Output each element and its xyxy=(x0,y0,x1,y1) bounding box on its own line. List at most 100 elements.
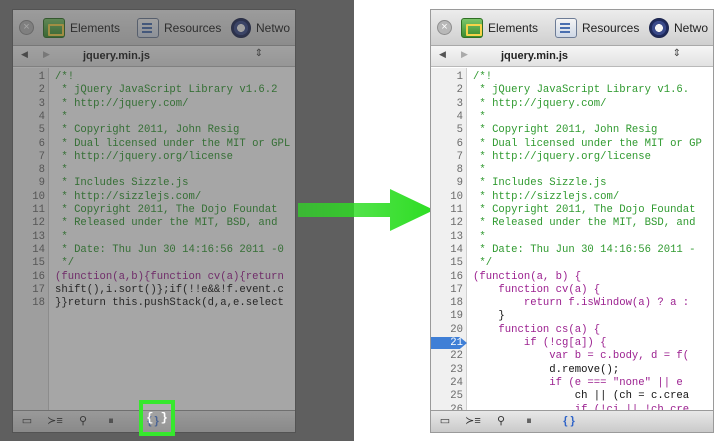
code-line: 19 } xyxy=(431,310,713,323)
code-line: 12 * Released under the MIT, BSD, and xyxy=(431,217,713,230)
line-number[interactable]: 3 xyxy=(431,98,467,110)
code-line: 24 if (e === "none" || e xyxy=(431,377,713,390)
close-icon[interactable]: × xyxy=(437,20,452,35)
tab-elements-label: Elements xyxy=(488,21,539,35)
code-text: * Copyright 2011, John Resig xyxy=(473,124,658,137)
line-number[interactable]: 25 xyxy=(431,390,467,402)
code-text: function cv(a) { xyxy=(473,283,601,296)
line-number[interactable]: 4 xyxy=(431,111,467,123)
code-line: 23 d.remove(); xyxy=(431,364,713,377)
line-number[interactable]: 18 xyxy=(431,297,467,309)
devtools-panel-pretty: × Elements Resources Netwo ◀ ▶ jquery.mi… xyxy=(430,9,714,433)
devtools-toolbar: × Elements Resources Netwo xyxy=(431,10,713,46)
source-code-view[interactable]: 1/*! 2 * jQuery JavaScript Library v1.6. 3… xyxy=(431,68,713,416)
code-text: * xyxy=(473,230,486,243)
code-line: 14 * Date: Thu Jun 30 14:16:56 2011 - xyxy=(431,244,713,257)
tab-network-label: Netwo xyxy=(674,21,709,35)
code-text: * http://jquery.com/ xyxy=(473,97,607,110)
line-number[interactable]: 2 xyxy=(431,84,467,96)
line-number[interactable]: 14 xyxy=(431,244,467,256)
forward-icon[interactable]: ▶ xyxy=(461,49,468,60)
line-number[interactable]: 17 xyxy=(431,284,467,296)
code-text: */ xyxy=(473,257,493,270)
code-line: 8 * xyxy=(431,164,713,177)
status-bar: ▭ ≻≡ ⚲ ⏸ { } xyxy=(431,410,713,432)
code-text: * Released under the MIT, BSD, and xyxy=(473,217,696,230)
console-icon[interactable]: ≻≡ xyxy=(463,413,483,430)
line-number[interactable]: 8 xyxy=(431,164,467,176)
code-text: * Includes Sizzle.js xyxy=(473,177,607,190)
dock-toggle-icon[interactable]: ▭ xyxy=(435,413,455,430)
code-text: * http://sizzlejs.com/ xyxy=(473,190,620,203)
pretty-print-button[interactable]: { } xyxy=(559,413,579,430)
arrow-right-icon xyxy=(298,189,434,231)
code-line: 22 var b = c.body, d = f( xyxy=(431,350,713,363)
code-text: var b = c.body, d = f( xyxy=(473,350,690,363)
code-text: (function(a, b) { xyxy=(473,270,582,283)
network-icon xyxy=(649,18,669,38)
tab-elements[interactable]: Elements xyxy=(461,17,538,39)
line-number[interactable]: 19 xyxy=(431,310,467,322)
resources-icon xyxy=(555,18,577,38)
line-number[interactable]: 11 xyxy=(431,204,467,216)
code-line: 11 * Copyright 2011, The Dojo Foundat xyxy=(431,204,713,217)
code-line: 2 * jQuery JavaScript Library v1.6. xyxy=(431,84,713,97)
line-number[interactable]: 16 xyxy=(431,271,467,283)
code-line: 18 return f.isWindow(a) ? a : xyxy=(431,297,713,310)
line-number[interactable]: 1 xyxy=(431,71,467,83)
code-text: * Copyright 2011, The Dojo Foundat xyxy=(473,204,696,216)
code-line: 1 /*! xyxy=(431,71,713,84)
file-select-arrows-icon[interactable]: ⇕ xyxy=(673,48,681,59)
code-text: if (e === "none" || e xyxy=(473,376,683,389)
code-text: * http://jquery.org/license xyxy=(473,150,652,163)
back-icon[interactable]: ◀ xyxy=(439,49,446,60)
code-text: * xyxy=(473,164,486,177)
code-text: * Dual licensed under the MIT or GP xyxy=(473,137,702,150)
file-name[interactable]: jquery.min.js xyxy=(501,50,568,62)
code-text: * xyxy=(473,110,486,123)
code-line: 15 */ xyxy=(431,257,713,270)
file-selector-bar: ◀ ▶ jquery.min.js ⇕ xyxy=(431,46,713,67)
line-number[interactable]: 9 xyxy=(431,177,467,189)
elements-icon xyxy=(461,18,483,38)
code-line: 21 if (!cg[a]) { xyxy=(431,337,713,350)
pause-icon[interactable]: ⏸ xyxy=(519,413,539,430)
code-line: 10 * http://sizzlejs.com/ xyxy=(431,191,713,204)
code-text: * jQuery JavaScript Library v1.6. xyxy=(473,84,690,97)
code-text: /*! xyxy=(473,71,493,83)
line-number[interactable]: 12 xyxy=(431,217,467,229)
code-line: 5 * Copyright 2011, John Resig xyxy=(431,124,713,137)
code-text: d.remove(); xyxy=(473,363,620,376)
line-number[interactable]: 20 xyxy=(431,324,467,336)
code-text: function cs(a) { xyxy=(473,323,601,336)
tab-network[interactable]: Netwo xyxy=(649,17,708,39)
code-text: return f.isWindow(a) ? a : xyxy=(473,297,690,310)
line-number[interactable]: 10 xyxy=(431,191,467,203)
line-number[interactable]: 15 xyxy=(431,257,467,269)
breakpoint-line-number[interactable]: 21 xyxy=(431,337,467,349)
code-line: 7 * http://jquery.org/license xyxy=(431,151,713,164)
code-line: 13 * xyxy=(431,231,713,244)
code-line: 17 function cv(a) { xyxy=(431,284,713,297)
line-number[interactable]: 7 xyxy=(431,151,467,163)
code-line: 16 (function(a, b) { xyxy=(431,271,713,284)
search-icon[interactable]: ⚲ xyxy=(491,413,511,430)
code-text: * Date: Thu Jun 30 14:16:56 2011 - xyxy=(473,243,696,256)
code-text: } xyxy=(473,310,505,323)
code-text: if (!cg[a]) { xyxy=(473,337,607,349)
line-number[interactable]: 22 xyxy=(431,350,467,362)
line-number[interactable]: 13 xyxy=(431,231,467,243)
pretty-print-highlight: { } xyxy=(139,400,175,436)
tab-resources[interactable]: Resources xyxy=(555,17,639,39)
line-number[interactable]: 24 xyxy=(431,377,467,389)
line-number[interactable]: 5 xyxy=(431,124,467,136)
code-line: 4 * xyxy=(431,111,713,124)
tab-resources-label: Resources xyxy=(582,21,640,35)
code-line: 3 * http://jquery.com/ xyxy=(431,98,713,111)
code-line: 25 ch || (ch = c.crea xyxy=(431,390,713,403)
code-text: ch || (ch = c.crea xyxy=(473,390,690,403)
line-number[interactable]: 6 xyxy=(431,138,467,150)
line-number[interactable]: 23 xyxy=(431,364,467,376)
code-line: 20 function cs(a) { xyxy=(431,324,713,337)
code-line: 6 * Dual licensed under the MIT or GP xyxy=(431,138,713,151)
